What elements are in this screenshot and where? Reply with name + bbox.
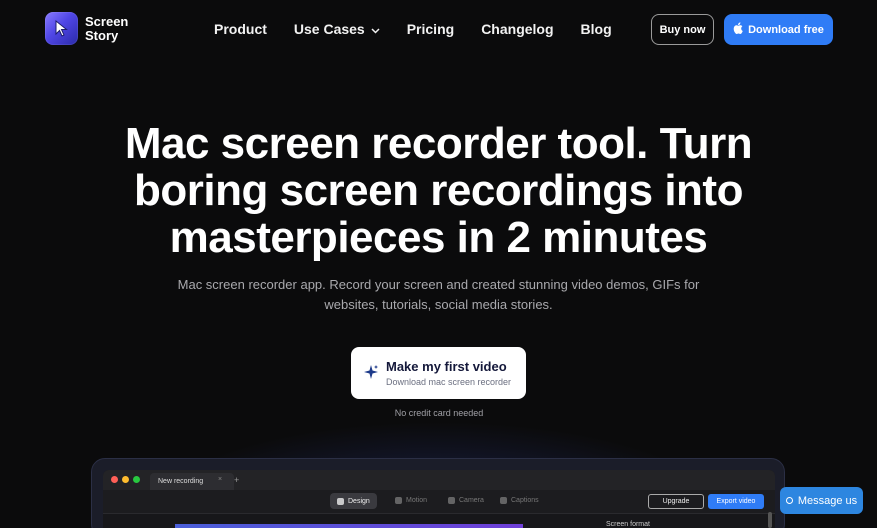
primary-nav: Product Use Cases Pricing Changelog Blog (214, 21, 639, 37)
nav-link-use-cases-label: Use Cases (293, 21, 365, 37)
tab-label: New recording (158, 478, 204, 485)
cta-sub-label: Download mac screen recorder (386, 377, 512, 387)
make-first-video-button[interactable]: Make my first video Download mac screen … (351, 347, 526, 399)
apple-icon (733, 22, 743, 37)
tab-camera-label: Camera (459, 497, 484, 504)
captions-icon (500, 497, 507, 504)
preview-scrollbar (768, 512, 772, 528)
brand-name-line1: Screen (85, 13, 129, 29)
tab-captions-label: Captions (511, 497, 539, 504)
sparkle-icon (363, 364, 379, 383)
video-canvas-preview (175, 524, 523, 528)
close-window-dot (111, 476, 118, 483)
zoom-window-dot (133, 476, 140, 483)
download-free-label: Download free (748, 23, 824, 36)
top-nav: Screen Story Product Use Cases Pricing C… (0, 0, 877, 60)
palette-icon (337, 497, 344, 505)
nav-link-use-cases[interactable]: Use Cases (294, 21, 380, 37)
message-us-button[interactable]: Message us (780, 487, 863, 514)
chevron-down-icon (371, 21, 380, 37)
upgrade-button: Upgrade (648, 494, 704, 509)
nav-link-product[interactable]: Product (214, 21, 267, 37)
chat-bubble-icon (785, 497, 793, 504)
camera-icon (448, 497, 455, 504)
tab-camera: Camera (448, 497, 484, 504)
tab-motion: Motion (395, 497, 427, 504)
screen-format-label: Screen format (606, 521, 650, 528)
tab-motion-label: Motion (406, 497, 428, 504)
export-video-button: Export video (708, 494, 764, 509)
nav-link-pricing[interactable]: Pricing (407, 21, 454, 37)
brand-name: Screen Story (85, 13, 145, 43)
message-us-label: Message us (797, 494, 858, 507)
motion-icon (395, 497, 402, 504)
window-titlebar: New recording × + (103, 470, 775, 490)
background-glow (0, 0, 877, 528)
download-free-button[interactable]: Download free (724, 14, 833, 45)
nav-link-changelog[interactable]: Changelog (481, 21, 553, 37)
tab-design-label: Design (348, 497, 370, 505)
tab-close-icon: × (218, 476, 223, 483)
hero-title: Mac screen recorder tool. Turn boring sc… (124, 119, 753, 262)
brand-name-line2: Story (85, 27, 119, 43)
nav-link-blog[interactable]: Blog (581, 21, 612, 37)
app-preview-window: New recording × + Design Motion Camera C… (103, 470, 775, 528)
tab-design: Design (330, 493, 377, 509)
tab-captions: Captions (500, 497, 539, 504)
editor-toolbar: Design Motion Camera Captions Upgrade Ex… (103, 490, 775, 514)
no-credit-card-note: No credit card needed (394, 408, 484, 418)
cta-main-label: Make my first video (386, 359, 507, 374)
minimize-window-dot (122, 476, 129, 483)
hero-subtitle: Mac screen recorder app. Record your scr… (177, 277, 700, 312)
cursor-arrow-icon (45, 12, 78, 45)
brand-logo[interactable]: Screen Story (45, 12, 145, 45)
add-tab-icon: + (234, 475, 240, 485)
buy-now-button[interactable]: Buy now (651, 14, 714, 45)
